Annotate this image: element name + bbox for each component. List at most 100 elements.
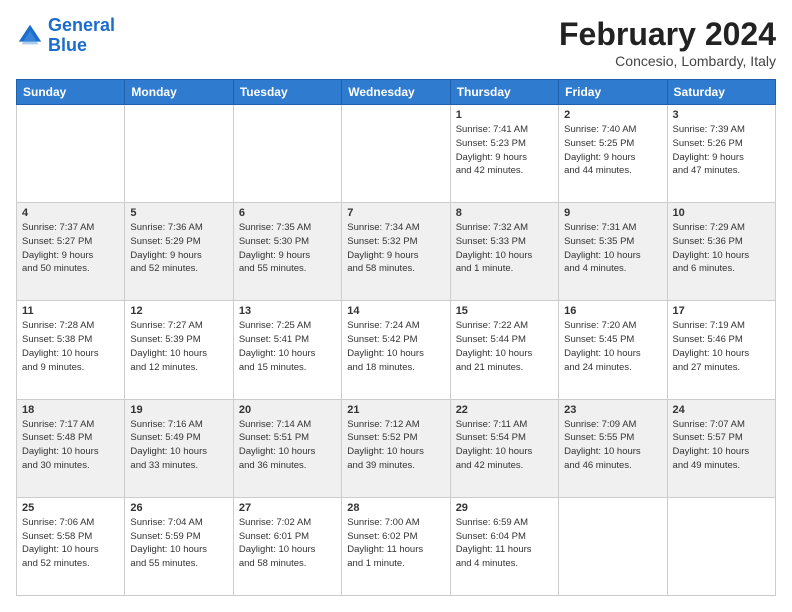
day-info: Sunrise: 7:16 AM Sunset: 5:49 PM Dayligh… [130,418,227,473]
title-block: February 2024 Concesio, Lombardy, Italy [559,16,776,69]
calendar-cell: 3 Sunrise: 7:39 AM Sunset: 5:26 PM Daylig… [667,105,775,203]
calendar-header-row: SundayMondayTuesdayWednesdayThursdayFrid… [17,80,776,105]
day-info: Sunrise: 7:09 AM Sunset: 5:55 PM Dayligh… [564,418,661,473]
day-number: 5 [130,207,227,219]
day-number: 12 [130,305,227,317]
calendar-day-header: Sunday [17,80,125,105]
calendar-cell: 25Sunrise: 7:06 AM Sunset: 5:58 PM Dayli… [17,497,125,595]
day-number: 22 [456,404,553,416]
day-info: Sunrise: 7:24 AM Sunset: 5:42 PM Dayligh… [347,319,444,374]
day-number: 6 [239,207,336,219]
day-info: Sunrise: 7:25 AM Sunset: 5:41 PM Dayligh… [239,319,336,374]
day-info: Sunrise: 7:29 AM Sunset: 5:36 PM Dayligh… [673,221,770,276]
calendar-day-header: Tuesday [233,80,341,105]
calendar-cell: 19 Sunrise: 7:16 AM Sunset: 5:49 PM Dayli… [125,399,233,497]
calendar-cell: 14 Sunrise: 7:24 AM Sunset: 5:42 PM Dayli… [342,301,450,399]
calendar-day-header: Monday [125,80,233,105]
day-number: 3 [673,109,770,121]
day-info: Sunrise: 7:39 AM Sunset: 5:26 PM Dayligh… [673,123,770,178]
calendar-cell: 1 Sunrise: 7:41 AM Sunset: 5:23 PM Daylig… [450,105,558,203]
calendar-cell: 24 Sunrise: 7:07 AM Sunset: 5:57 PM Dayli… [667,399,775,497]
day-number: 15 [456,305,553,317]
day-info: Sunrise: 7:06 AM Sunset: 5:58 PM Dayligh… [22,516,119,571]
day-number: 7 [347,207,444,219]
calendar-day-header: Thursday [450,80,558,105]
calendar-cell: 27 Sunrise: 7:02 AM Sunset: 6:01 PM Dayli… [233,497,341,595]
logo-line1: General [48,15,115,35]
day-number: 24 [673,404,770,416]
day-number: 27 [239,502,336,514]
day-number: 20 [239,404,336,416]
day-number: 21 [347,404,444,416]
day-number: 26 [130,502,227,514]
calendar-cell: 18 Sunrise: 7:17 AM Sunset: 5:48 PM Dayli… [17,399,125,497]
calendar-cell: 21 Sunrise: 7:12 AM Sunset: 5:52 PM Dayli… [342,399,450,497]
calendar-cell: 2 Sunrise: 7:40 AM Sunset: 5:25 PM Daylig… [559,105,667,203]
calendar-cell: 12 Sunrise: 7:27 AM Sunset: 5:39 PM Dayli… [125,301,233,399]
day-info: Sunrise: 7:12 AM Sunset: 5:52 PM Dayligh… [347,418,444,473]
day-info: Sunrise: 7:11 AM Sunset: 5:54 PM Dayligh… [456,418,553,473]
calendar-week-row: 1 Sunrise: 7:41 AM Sunset: 5:23 PM Daylig… [17,105,776,203]
day-number: 28 [347,502,444,514]
day-info: Sunrise: 7:32 AM Sunset: 5:33 PM Dayligh… [456,221,553,276]
day-info: Sunrise: 7:36 AM Sunset: 5:29 PM Dayligh… [130,221,227,276]
logo-text: General Blue [48,16,115,56]
calendar-week-row: 18 Sunrise: 7:17 AM Sunset: 5:48 PM Dayli… [17,399,776,497]
day-info: Sunrise: 7:20 AM Sunset: 5:45 PM Dayligh… [564,319,661,374]
day-number: 14 [347,305,444,317]
day-info: Sunrise: 7:17 AM Sunset: 5:48 PM Dayligh… [22,418,119,473]
day-number: 19 [130,404,227,416]
day-number: 13 [239,305,336,317]
calendar-cell: 9Sunrise: 7:31 AM Sunset: 5:35 PM Daylig… [559,203,667,301]
calendar-cell [342,105,450,203]
page: General Blue February 2024 Concesio, Lom… [0,0,792,612]
day-info: Sunrise: 7:27 AM Sunset: 5:39 PM Dayligh… [130,319,227,374]
day-info: Sunrise: 7:35 AM Sunset: 5:30 PM Dayligh… [239,221,336,276]
calendar-cell: 10 Sunrise: 7:29 AM Sunset: 5:36 PM Dayli… [667,203,775,301]
calendar-cell: 23Sunrise: 7:09 AM Sunset: 5:55 PM Dayli… [559,399,667,497]
day-number: 1 [456,109,553,121]
calendar-cell [667,497,775,595]
day-number: 9 [564,207,661,219]
calendar-cell: 16 Sunrise: 7:20 AM Sunset: 5:45 PM Dayli… [559,301,667,399]
day-info: Sunrise: 7:04 AM Sunset: 5:59 PM Dayligh… [130,516,227,571]
day-info: Sunrise: 7:41 AM Sunset: 5:23 PM Dayligh… [456,123,553,178]
day-info: Sunrise: 7:07 AM Sunset: 5:57 PM Dayligh… [673,418,770,473]
calendar-cell: 29Sunrise: 6:59 AM Sunset: 6:04 PM Dayli… [450,497,558,595]
calendar-cell: 26 Sunrise: 7:04 AM Sunset: 5:59 PM Dayli… [125,497,233,595]
calendar-cell: 17Sunrise: 7:19 AM Sunset: 5:46 PM Dayli… [667,301,775,399]
calendar-cell: 13 Sunrise: 7:25 AM Sunset: 5:41 PM Dayli… [233,301,341,399]
calendar-day-header: Friday [559,80,667,105]
day-number: 18 [22,404,119,416]
day-info: Sunrise: 7:22 AM Sunset: 5:44 PM Dayligh… [456,319,553,374]
calendar-cell: 22 Sunrise: 7:11 AM Sunset: 5:54 PM Dayli… [450,399,558,497]
day-number: 10 [673,207,770,219]
calendar-cell: 15 Sunrise: 7:22 AM Sunset: 5:44 PM Dayli… [450,301,558,399]
day-info: Sunrise: 7:28 AM Sunset: 5:38 PM Dayligh… [22,319,119,374]
calendar-cell [17,105,125,203]
calendar-cell: 5 Sunrise: 7:36 AM Sunset: 5:29 PM Daylig… [125,203,233,301]
day-number: 2 [564,109,661,121]
day-info: Sunrise: 6:59 AM Sunset: 6:04 PM Dayligh… [456,516,553,571]
calendar-day-header: Wednesday [342,80,450,105]
main-title: February 2024 [559,16,776,53]
day-number: 17 [673,305,770,317]
calendar-cell: 28 Sunrise: 7:00 AM Sunset: 6:02 PM Dayli… [342,497,450,595]
day-number: 4 [22,207,119,219]
calendar-cell: 6 Sunrise: 7:35 AM Sunset: 5:30 PM Daylig… [233,203,341,301]
calendar-cell: 20Sunrise: 7:14 AM Sunset: 5:51 PM Dayli… [233,399,341,497]
day-number: 8 [456,207,553,219]
day-info: Sunrise: 7:40 AM Sunset: 5:25 PM Dayligh… [564,123,661,178]
day-info: Sunrise: 7:02 AM Sunset: 6:01 PM Dayligh… [239,516,336,571]
calendar-cell: 8 Sunrise: 7:32 AM Sunset: 5:33 PM Daylig… [450,203,558,301]
calendar-cell [233,105,341,203]
day-number: 16 [564,305,661,317]
day-info: Sunrise: 7:34 AM Sunset: 5:32 PM Dayligh… [347,221,444,276]
calendar-day-header: Saturday [667,80,775,105]
calendar-table: SundayMondayTuesdayWednesdayThursdayFrid… [16,79,776,596]
calendar-cell [125,105,233,203]
day-info: Sunrise: 7:00 AM Sunset: 6:02 PM Dayligh… [347,516,444,571]
calendar-cell [559,497,667,595]
header: General Blue February 2024 Concesio, Lom… [16,16,776,69]
calendar-cell: 4Sunrise: 7:37 AM Sunset: 5:27 PM Daylig… [17,203,125,301]
